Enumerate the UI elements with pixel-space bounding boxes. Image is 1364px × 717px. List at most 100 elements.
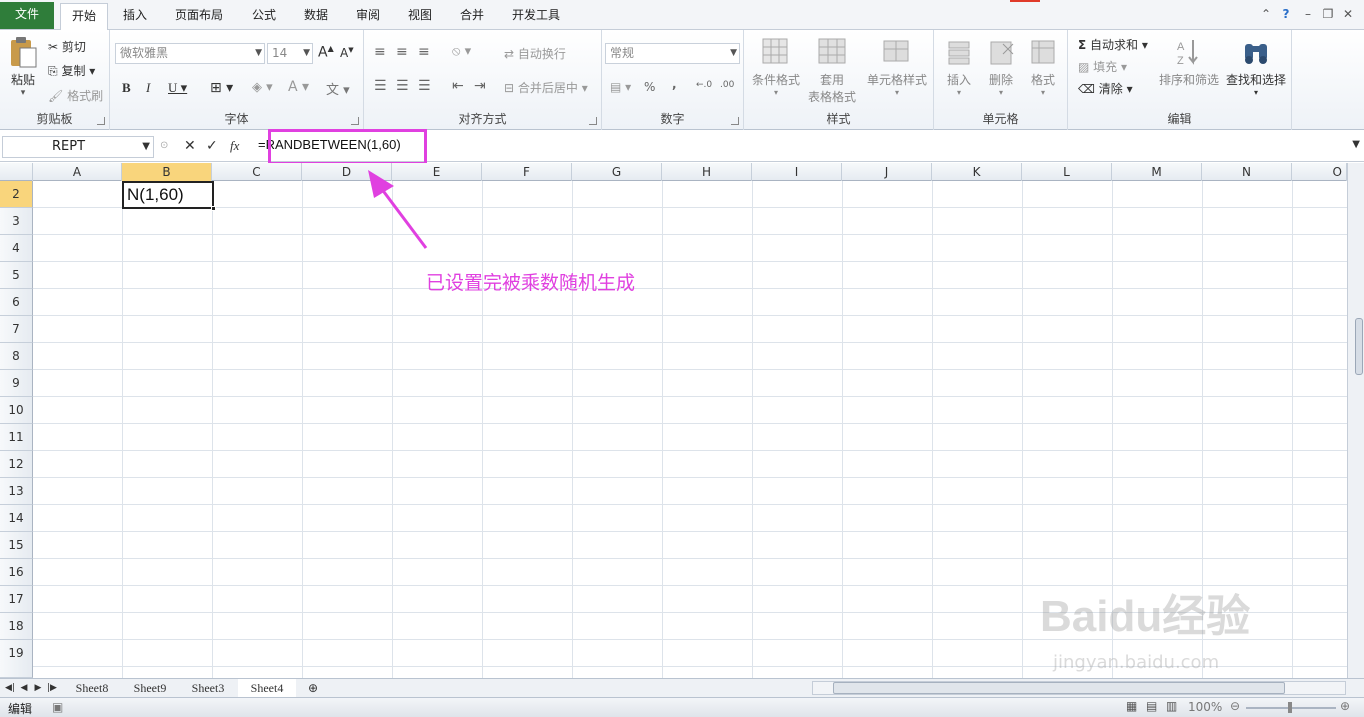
column-header-l[interactable]: L — [1022, 163, 1112, 181]
sheet-tab-active[interactable]: Sheet4 — [238, 679, 296, 697]
format-as-table-button[interactable]: 套用 表格格式 — [804, 36, 860, 105]
italic-icon[interactable]: I — [146, 80, 150, 96]
tab-formulas[interactable]: 公式 — [240, 3, 288, 30]
help-icon[interactable]: ? — [1278, 5, 1294, 23]
column-header-m[interactable]: M — [1112, 163, 1202, 181]
prev-sheet-icon[interactable]: ◀ — [18, 679, 30, 697]
column-header-i[interactable]: I — [752, 163, 842, 181]
zoom-out-icon[interactable]: ⊖ — [1230, 699, 1240, 713]
row-header[interactable]: 15 — [0, 532, 33, 559]
confirm-formula-icon[interactable]: ✓ — [206, 138, 218, 154]
comma-button[interactable]: , — [672, 77, 677, 91]
row-header[interactable]: 18 — [0, 613, 33, 640]
row-header[interactable]: 11 — [0, 424, 33, 451]
delete-cells-button[interactable]: 删除 ▾ — [980, 36, 1022, 97]
macro-record-icon[interactable]: ▣ — [52, 700, 63, 714]
bold-icon[interactable]: B — [122, 80, 131, 96]
column-header-g[interactable]: G — [572, 163, 662, 181]
row-header[interactable]: 10 — [0, 397, 33, 424]
tab-insert[interactable]: 插入 — [112, 3, 158, 30]
shrink-font-icon[interactable]: A▼ — [340, 46, 354, 60]
tab-data[interactable]: 数据 — [292, 3, 340, 30]
grow-font-icon[interactable]: A▲ — [318, 44, 334, 61]
horizontal-scroll-thumb[interactable] — [833, 682, 1285, 694]
restore-icon[interactable]: ❐ — [1320, 5, 1336, 23]
tab-merge[interactable]: 合并 — [448, 3, 496, 30]
align-left-icon[interactable]: ☰ — [374, 78, 387, 94]
clear-button[interactable]: ⌫ 清除 ▾ — [1078, 80, 1133, 97]
ribbon-collapse-icon[interactable]: ⌃ — [1258, 5, 1274, 23]
merge-center-button[interactable]: ⊟ 合并后居中 ▾ — [504, 79, 588, 96]
row-header[interactable]: 6 — [0, 289, 33, 316]
row-header[interactable]: 16 — [0, 559, 33, 586]
sheet-tab[interactable]: Sheet8 — [64, 679, 120, 697]
conditional-format-button[interactable]: 条件格式 ▾ — [748, 36, 804, 97]
zoom-slider-thumb[interactable] — [1288, 702, 1292, 713]
row-header[interactable]: 8 — [0, 343, 33, 370]
column-header-f[interactable]: F — [482, 163, 572, 181]
minimize-icon[interactable]: – — [1300, 5, 1316, 23]
row-header[interactable]: 13 — [0, 478, 33, 505]
close-icon[interactable]: ✕ — [1340, 5, 1356, 23]
column-header-c[interactable]: C — [212, 163, 302, 181]
number-format-combo[interactable]: 常规 ▼ — [605, 43, 740, 64]
last-sheet-icon[interactable]: |▶ — [46, 679, 58, 697]
cancel-formula-icon[interactable]: ✕ — [184, 138, 196, 154]
row-header[interactable]: 12 — [0, 451, 33, 478]
zoom-in-icon[interactable]: ⊕ — [1340, 699, 1350, 713]
increase-indent-icon[interactable]: ⇥ — [474, 78, 486, 94]
align-top-icon[interactable]: ≡ — [374, 44, 386, 60]
font-name-combo[interactable]: 微软雅黑 ▼ — [115, 43, 265, 64]
font-color-icon[interactable]: A ▾ — [288, 79, 309, 95]
active-cell-b2[interactable]: N(1,60) — [122, 181, 216, 211]
vertical-scrollbar[interactable] — [1347, 163, 1364, 678]
column-header-a[interactable]: A — [33, 163, 122, 181]
zoom-level[interactable]: 100% — [1188, 700, 1222, 714]
row-header[interactable]: 19 — [0, 640, 33, 678]
first-sheet-icon[interactable]: ◀| — [4, 679, 16, 697]
select-all-corner[interactable] — [0, 163, 33, 181]
autosum-button[interactable]: Σ 自动求和 ▾ — [1078, 36, 1148, 53]
new-sheet-icon[interactable]: ⊕ — [302, 679, 324, 697]
row-header[interactable]: 9 — [0, 370, 33, 397]
increase-decimal-icon[interactable]: ←.0 — [696, 80, 712, 90]
column-header-h[interactable]: H — [662, 163, 752, 181]
tab-view[interactable]: 视图 — [396, 3, 444, 30]
row-header[interactable]: 4 — [0, 235, 33, 262]
column-header-n[interactable]: N — [1202, 163, 1292, 181]
format-painter-button[interactable]: 🖌 格式刷 — [48, 87, 103, 104]
insert-cells-button[interactable]: 插入 ▾ — [938, 36, 980, 97]
cell-styles-button[interactable]: 单元格样式 ▾ — [862, 36, 932, 97]
vertical-scroll-thumb[interactable] — [1355, 318, 1363, 375]
tab-page-layout[interactable]: 页面布局 — [166, 3, 232, 30]
clipboard-dialog-launcher[interactable] — [97, 117, 105, 125]
orientation-icon[interactable]: ⦸ ▾ — [452, 44, 471, 59]
decrease-indent-icon[interactable]: ⇤ — [452, 78, 464, 94]
next-sheet-icon[interactable]: ▶ — [32, 679, 44, 697]
font-size-combo[interactable]: 14 ▼ — [267, 43, 313, 64]
tab-review[interactable]: 审阅 — [344, 3, 392, 30]
border-icon[interactable]: ⊞ ▾ — [210, 80, 233, 96]
page-break-view-icon[interactable]: ▥ — [1166, 699, 1177, 713]
formula-bar-handle-icon[interactable]: ⊙ — [160, 140, 168, 151]
decrease-decimal-icon[interactable]: .00 — [720, 80, 734, 90]
align-center-icon[interactable]: ☰ — [396, 78, 409, 94]
underline-icon[interactable]: U ▾ — [168, 80, 187, 96]
align-bottom-icon[interactable]: ≡ — [418, 44, 430, 60]
alignment-dialog-launcher[interactable] — [589, 117, 597, 125]
column-header-o[interactable]: O — [1292, 163, 1347, 181]
percent-button[interactable]: % — [644, 80, 655, 94]
tab-developer[interactable]: 开发工具 — [502, 3, 570, 30]
copy-button[interactable]: ⎘ 复制 ▾ — [48, 62, 95, 79]
font-dialog-launcher[interactable] — [351, 117, 359, 125]
sort-filter-button[interactable]: AZ 排序和筛选 — [1156, 36, 1222, 88]
currency-icon[interactable]: ▤ ▾ — [610, 80, 631, 94]
row-header[interactable]: 3 — [0, 208, 33, 235]
row-header[interactable]: 17 — [0, 586, 33, 613]
row-header[interactable]: 5 — [0, 262, 33, 289]
row-header[interactable]: 14 — [0, 505, 33, 532]
phonetic-icon[interactable]: 文 ▾ — [326, 79, 350, 98]
number-dialog-launcher[interactable] — [731, 117, 739, 125]
column-header-j[interactable]: J — [842, 163, 932, 181]
tab-home[interactable]: 开始 — [60, 3, 108, 31]
